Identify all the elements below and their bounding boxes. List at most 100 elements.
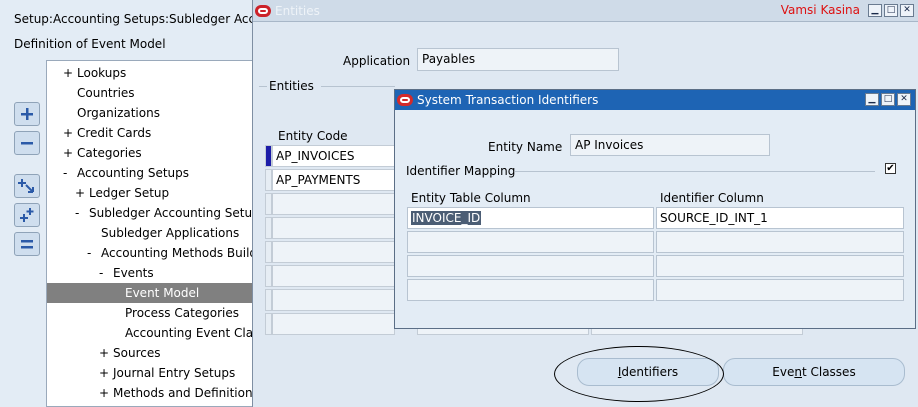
expand-branch-button[interactable]	[14, 174, 40, 198]
tree-item[interactable]: Event Model	[47, 283, 252, 303]
expand-icon[interactable]: +	[99, 343, 113, 363]
row-indicator[interactable]	[265, 217, 272, 239]
entity-code-cell[interactable]	[272, 289, 395, 311]
identifier-mapping-checkbox[interactable]: ✔	[885, 163, 896, 174]
collapse-button[interactable]	[14, 131, 40, 155]
close-icon[interactable]: ✕	[897, 93, 911, 106]
entity-name-field[interactable]: AP Invoices	[570, 134, 770, 156]
oracle-logo-icon	[255, 4, 271, 17]
entities-titlebar[interactable]: Entities Vamsi Kasina ▁ □ ✕	[253, 0, 918, 22]
entity-code-cell[interactable]	[272, 193, 395, 215]
row-indicator[interactable]	[265, 169, 272, 191]
tree-item-label: Lookups	[77, 66, 127, 80]
collapse-all-icon	[19, 237, 35, 251]
tree-item[interactable]: + Sources	[99, 343, 160, 363]
identifier-column-cell[interactable]	[656, 255, 904, 277]
tree-item[interactable]: - Accounting Setups	[63, 163, 189, 183]
tree-item[interactable]: - Subledger Accounting Setup	[75, 203, 252, 223]
close-icon[interactable]: ✕	[900, 4, 914, 17]
entity-code-cell[interactable]	[272, 241, 395, 263]
entities-group-line-left	[259, 86, 267, 87]
tree-item-label: Organizations	[77, 106, 160, 120]
entity-table-column-cell[interactable]: INVOICE_ID	[407, 207, 654, 229]
row-indicator[interactable]	[265, 313, 272, 335]
entity-code-cell[interactable]	[272, 217, 395, 239]
identifiers-button[interactable]: Identifiers	[577, 358, 719, 386]
plus-icon	[20, 107, 34, 121]
minimize-icon[interactable]: ▁	[865, 93, 879, 106]
collapse-icon[interactable]: -	[87, 243, 101, 263]
tree-item[interactable]: Process Categories	[111, 303, 239, 323]
expand-button[interactable]	[14, 102, 40, 126]
tree-item[interactable]: + Journal Entry Setups	[99, 363, 235, 383]
row-indicator[interactable]	[265, 289, 272, 311]
row-indicator[interactable]	[265, 241, 272, 263]
entity-code-cell[interactable]: AP_INVOICES	[272, 145, 395, 167]
minimize-icon[interactable]: ▁	[868, 4, 882, 17]
expand-icon[interactable]: +	[63, 63, 77, 83]
expand-icon[interactable]: +	[99, 383, 113, 403]
navigator-tree[interactable]: + Lookups Countries Organizations + Credit Ca…	[46, 60, 252, 407]
identifier-column-cell[interactable]	[656, 279, 904, 301]
navigator-title: Setup:Accounting Setups:Subledger Acco	[14, 12, 263, 26]
tree-item-label: Accounting Methods Build	[101, 246, 252, 260]
entity-code-cell[interactable]	[272, 265, 395, 287]
tree-item-label: Ledger Setup	[89, 186, 170, 200]
entities-window-title: Entities	[275, 3, 320, 18]
tree-item[interactable]: Subledger Applications	[87, 223, 239, 243]
entities-group-line	[321, 86, 395, 87]
tree-item-label: Event Model	[125, 286, 200, 300]
entity-code-cell[interactable]	[272, 313, 395, 335]
entity-table-column-value: INVOICE_ID	[411, 211, 482, 225]
tree-item[interactable]: + Ledger Setup	[75, 183, 169, 203]
row-indicator[interactable]	[265, 145, 272, 167]
row-indicator[interactable]	[265, 265, 272, 287]
identifier-mapping-label: Identifier Mapping	[406, 164, 516, 178]
tree-item-label: Accounting Event Cla	[125, 326, 252, 340]
expand-icon[interactable]: +	[63, 143, 77, 163]
row-indicator[interactable]	[265, 193, 272, 215]
tree-item[interactable]: + Methods and Definitions	[99, 383, 252, 403]
entity-table-column-cell[interactable]	[407, 279, 654, 301]
collapse-icon[interactable]: -	[63, 163, 77, 183]
collapse-icon[interactable]: -	[99, 263, 113, 283]
application-label: Application	[343, 54, 411, 68]
event-classes-button[interactable]: Event Classes	[723, 358, 905, 386]
tree-item[interactable]: + Lookups	[63, 63, 126, 83]
collapse-icon[interactable]: -	[75, 203, 89, 223]
tree-item[interactable]: Countries	[63, 83, 135, 103]
expand-icon[interactable]: +	[99, 363, 113, 383]
entity-table-column-cell[interactable]	[407, 255, 654, 277]
application-field[interactable]: Payables	[417, 48, 619, 71]
expand-icon[interactable]: +	[75, 183, 89, 203]
maximize-icon[interactable]: □	[884, 4, 898, 17]
tree-item[interactable]: + Categories	[63, 143, 142, 163]
tree-item[interactable]: Accounting Event Cla	[111, 323, 252, 343]
navigator-panel: Setup:Accounting Setups:Subledger Acco D…	[0, 0, 262, 407]
tree-item-label: Journal Entry Setups	[113, 366, 236, 380]
expand-all-button[interactable]	[14, 203, 40, 227]
tree-item[interactable]: - Accounting Methods Build	[87, 243, 252, 263]
system-transaction-identifiers-window: System Transaction Identifiers ▁ □ ✕ Ent…	[394, 89, 916, 329]
tree-item[interactable]: + Credit Cards	[63, 123, 151, 143]
tree-item-label: Process Categories	[125, 306, 240, 320]
tree-item-label: Credit Cards	[77, 126, 152, 140]
collapse-all-button[interactable]	[14, 232, 40, 256]
entity-table-column-cell[interactable]	[407, 231, 654, 253]
entity-code-cell[interactable]: AP_PAYMENTS	[272, 169, 395, 191]
tree-item-label: Events	[113, 266, 154, 280]
tree-item-label: Subledger Applications	[101, 226, 240, 240]
tree-item[interactable]: - Events	[99, 263, 154, 283]
user-name: Vamsi Kasina	[780, 3, 860, 17]
minus-icon	[20, 136, 34, 150]
entity-table-column-header: Entity Table Column	[411, 191, 531, 205]
identifier-column-cell[interactable]: SOURCE_ID_INT_1	[656, 207, 904, 229]
sti-titlebar[interactable]: System Transaction Identifiers ▁ □ ✕	[395, 90, 915, 110]
expand-icon[interactable]: +	[63, 123, 77, 143]
sti-window-controls: ▁ □ ✕	[865, 93, 911, 106]
identifier-mapping-group-line	[515, 171, 875, 172]
identifier-column-cell[interactable]	[656, 231, 904, 253]
maximize-icon[interactable]: □	[881, 93, 895, 106]
entities-window-controls: ▁ □ ✕	[868, 4, 914, 17]
tree-item[interactable]: Organizations	[63, 103, 160, 123]
